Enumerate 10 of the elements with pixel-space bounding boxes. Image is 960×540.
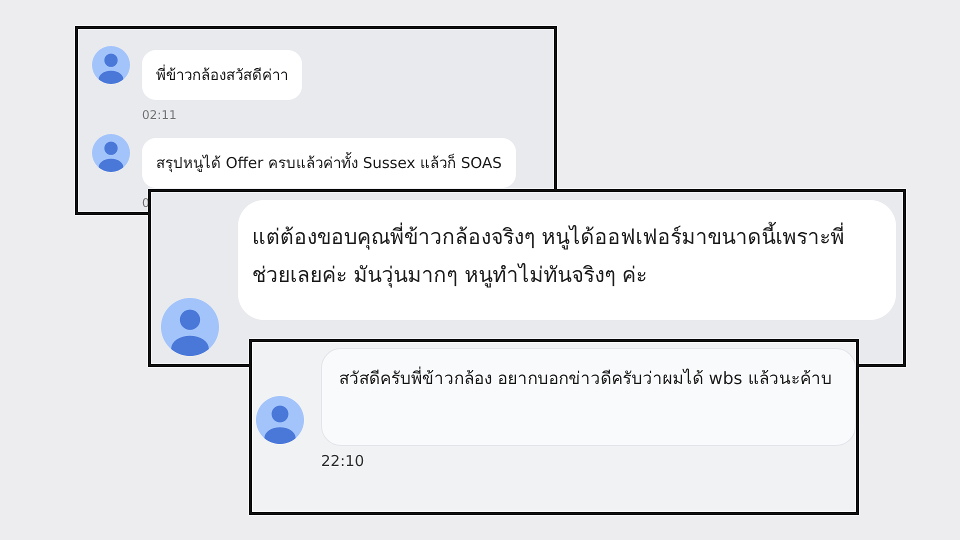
message-bubble: พี่ข้าวกล้องสวัสดีค่าา (142, 50, 302, 100)
person-avatar-icon (256, 396, 304, 444)
message-bubble: สรุปหนูได้ Offer ครบแล้วค่าทั้ง Sussex แล้วก็ SOAS (142, 138, 516, 188)
person-avatar-icon (161, 298, 219, 356)
person-avatar-icon (92, 134, 130, 172)
message-time: 02:11 (142, 108, 177, 122)
message-bubble: สวัสดีครับพี่ข้าวกล้อง อยากบอกข่าวดีครับว่าผมได้ wbs แล้วนะค้าบ (321, 348, 856, 446)
message-time: 22:10 (321, 452, 364, 470)
message-bubble: แต่ต้องขอบคุณพี่ข้าวกล้องจริงๆ หนูได้ออฟเฟอร์มาขนาดนี้เพราะพี่ช่วยเลยค่ะ มันวุ่นมากๆ หนูทำไม่ทันจริงๆ ค่ะ (238, 200, 896, 320)
person-avatar-icon (92, 46, 130, 84)
